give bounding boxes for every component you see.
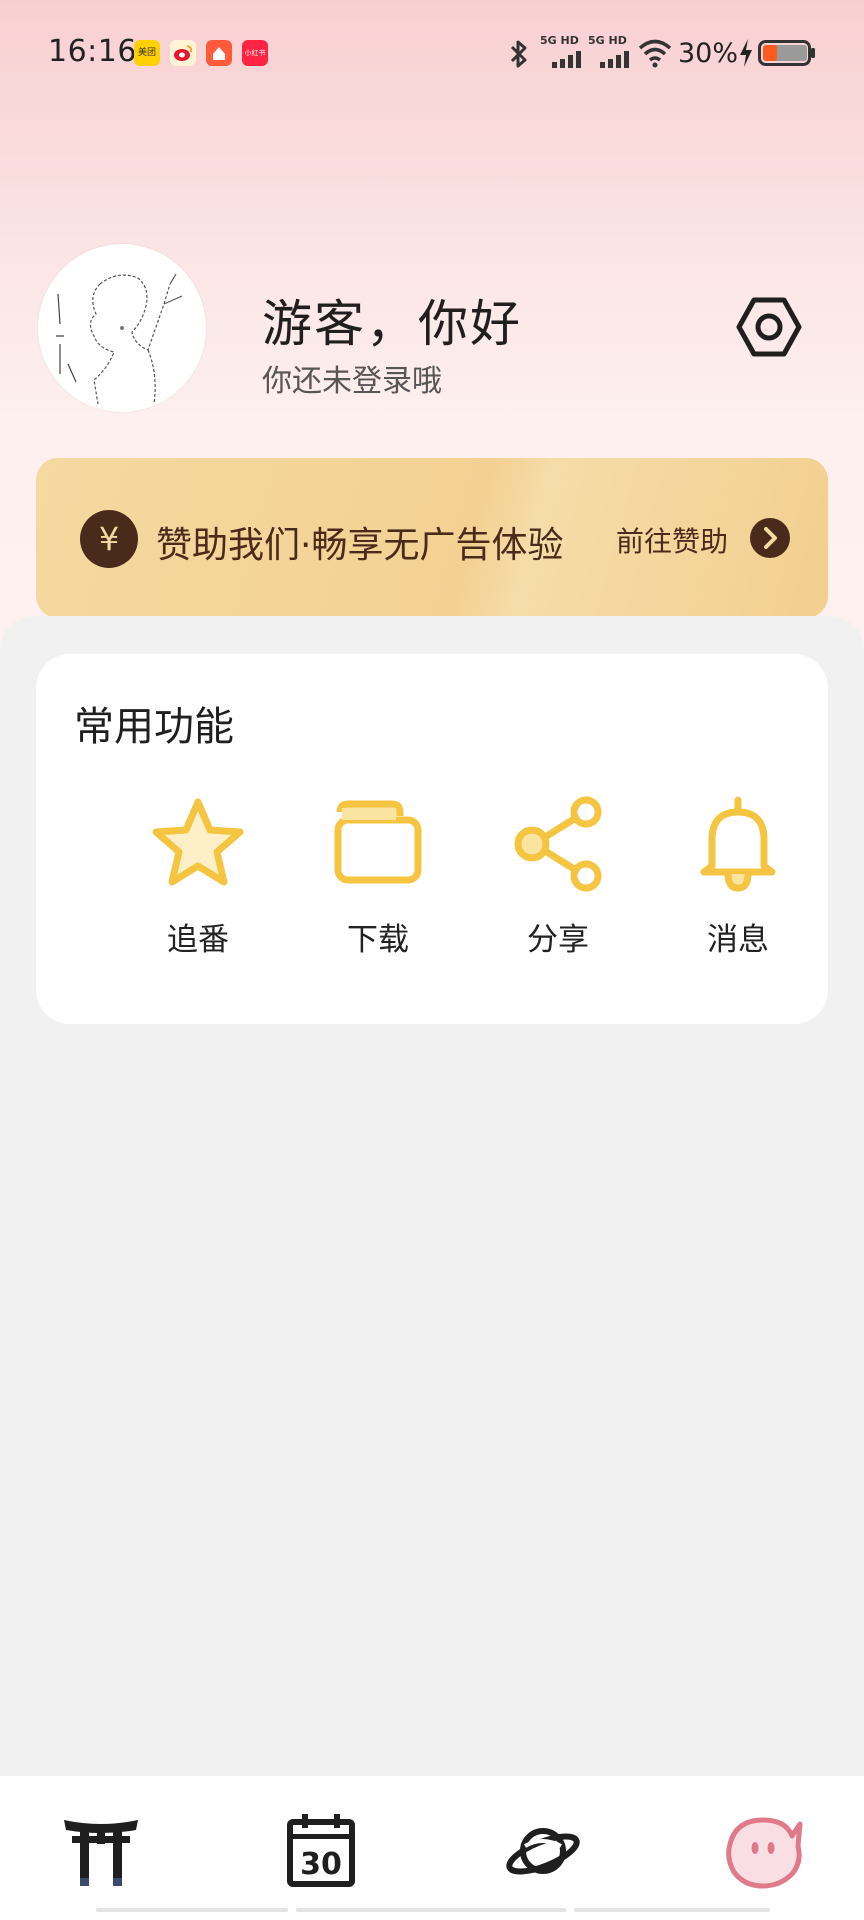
card-title: 常用功能: [74, 704, 234, 750]
function-label: 下载: [347, 922, 409, 958]
mascot-face-icon: [726, 1817, 803, 1889]
function-download[interactable]: 下载: [318, 794, 438, 984]
function-label: 消息: [707, 922, 769, 958]
share-icon: [514, 796, 602, 892]
signal-1-icon: 5G HD: [540, 34, 586, 70]
battery-percent: 30%: [678, 38, 739, 69]
bottom-nav: 30: [0, 1776, 864, 1920]
status-time: 16:16: [48, 34, 137, 69]
svg-text:30: 30: [300, 1847, 342, 1882]
settings-hexagon-icon: [736, 297, 802, 357]
star-icon: [152, 798, 244, 886]
sponsor-text: 赞助我们·畅享无广告体验: [156, 525, 564, 566]
chevron-right-icon[interactable]: [750, 518, 790, 558]
settings-button[interactable]: [734, 292, 804, 362]
login-hint[interactable]: 你还未登录哦: [262, 356, 442, 400]
torii-gate-icon: [64, 1820, 138, 1886]
home-indicator-segment: [574, 1908, 770, 1912]
sponsor-cta[interactable]: 前往赞助: [616, 520, 728, 560]
function-label: 分享: [527, 922, 589, 958]
charging-icon: [738, 38, 754, 72]
xiaohongshu-icon: 小红书: [242, 40, 268, 66]
battery-icon: [758, 40, 816, 70]
nav-discover[interactable]: [498, 1806, 588, 1896]
profile-page: 16:16 美团 小红书 5G HD 5G HD 30% 游客，你好 你还未登录…: [0, 0, 864, 1920]
function-share[interactable]: 分享: [498, 794, 618, 984]
planet-icon: [506, 1828, 580, 1875]
nav-profile[interactable]: [718, 1806, 808, 1896]
home-indicator-segment: [96, 1908, 288, 1912]
weibo-icon: [170, 40, 196, 66]
common-functions-card: 常用功能 追番 下载 分享 消息: [36, 654, 828, 1024]
app-icon: [206, 40, 232, 66]
wifi-icon: [638, 38, 672, 72]
sponsor-banner[interactable]: ¥ 赞助我们·畅享无广告体验 前往赞助: [36, 458, 828, 618]
nav-calendar[interactable]: 30: [276, 1806, 366, 1896]
signal-2-icon: 5G HD: [588, 34, 634, 70]
meituan-icon: 美团: [134, 40, 160, 66]
nav-home[interactable]: [56, 1806, 146, 1896]
avatar[interactable]: [38, 244, 206, 412]
function-messages[interactable]: 消息: [678, 794, 798, 984]
bell-icon: [700, 796, 776, 892]
home-indicator-segment: [296, 1908, 566, 1912]
status-bar: 16:16 美团 小红书 5G HD 5G HD 30%: [0, 0, 864, 104]
yuan-icon: ¥: [80, 510, 138, 568]
function-label: 追番: [167, 922, 229, 958]
calendar-30-icon: 30: [287, 1814, 355, 1887]
greeting: 游客，你好: [262, 295, 522, 353]
bluetooth-icon: [506, 38, 532, 74]
folder-icon: [334, 800, 422, 884]
function-follow[interactable]: 追番: [138, 794, 258, 984]
